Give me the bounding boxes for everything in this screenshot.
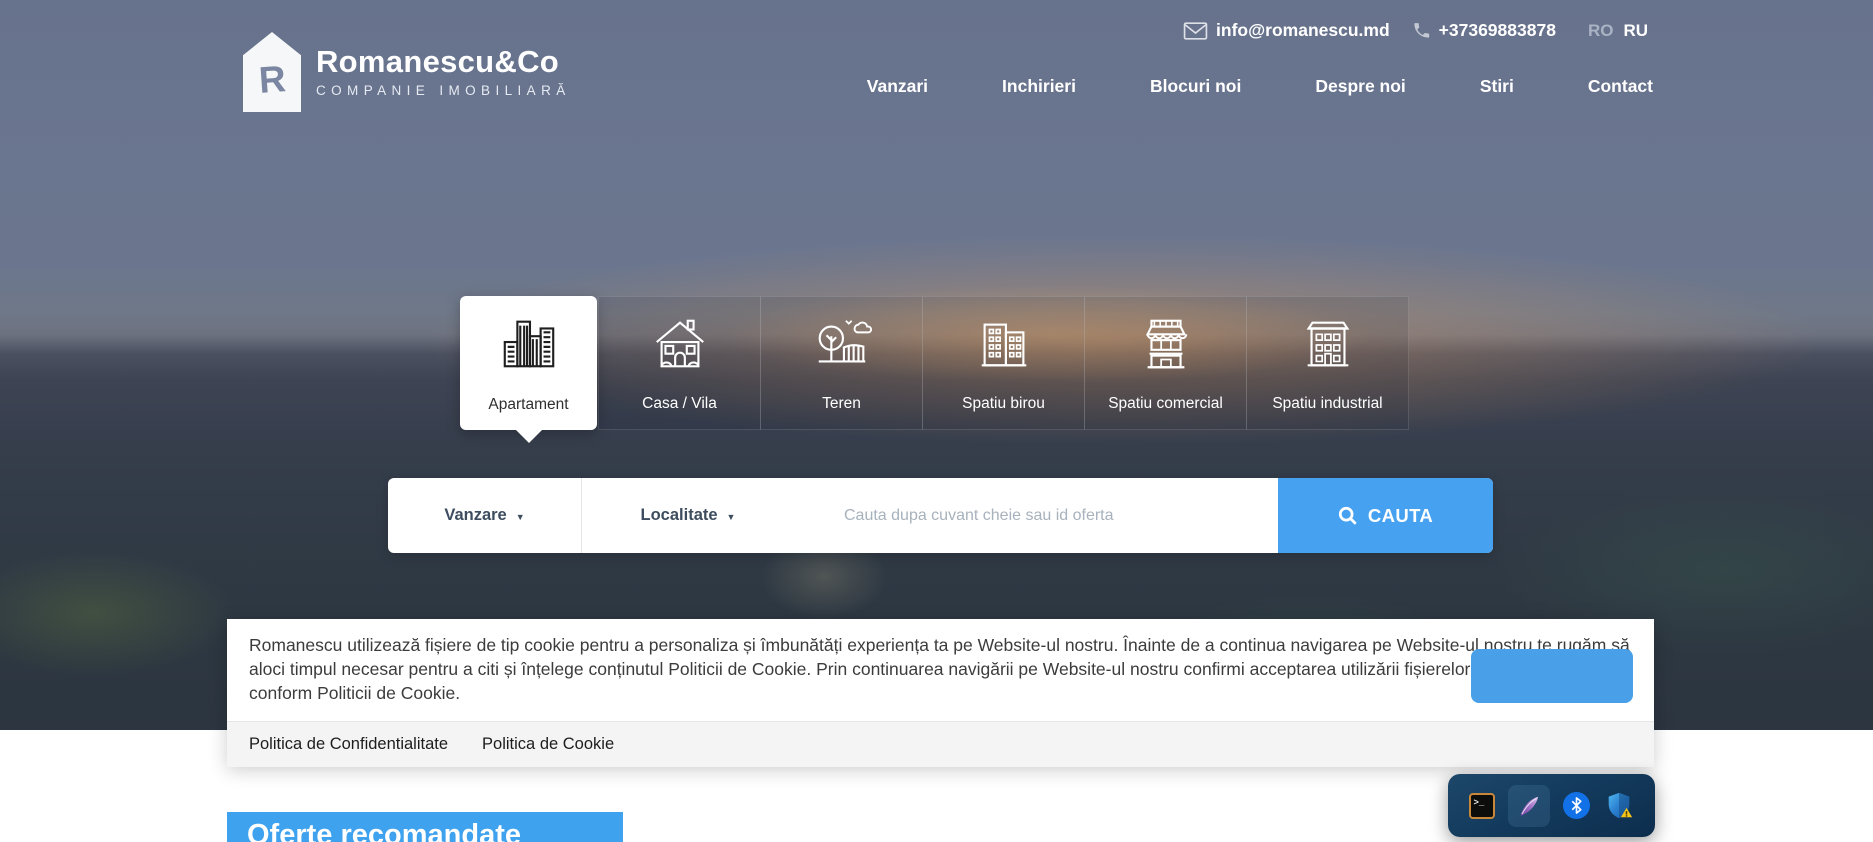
nav-item-inchirieri[interactable]: Inchirieri [1002,76,1076,97]
lang-ro[interactable]: RO [1588,21,1614,41]
tab-label: Spatiu birou [962,395,1045,412]
nav-item-contact[interactable]: Contact [1588,76,1653,97]
bluetooth-glyph [1569,797,1584,814]
cookie-accept-button[interactable] [1471,649,1633,703]
page-root: R Romanescu&Co COMPANIE IMOBILIARĂ info@… [0,0,1873,842]
recommended-offers-heading: Oferte recomandate [227,812,623,842]
main-navigation: Vanzari Inchirieri Blocuri noi Despre no… [867,76,1653,97]
apartment-buildings-icon [498,312,560,374]
bluetooth-icon[interactable] [1563,792,1590,819]
chevron-down-icon: ▼ [727,510,736,522]
system-dock: >_ [1448,774,1655,837]
cookie-policy-link[interactable]: Politica de Cookie [482,735,614,754]
tab-spatiu-industrial[interactable]: Spatiu industrial [1246,296,1409,430]
privacy-policy-link[interactable]: Politica de Confidentialitate [249,735,448,754]
cookie-footer: Politica de Confidentialitate Politica d… [227,721,1654,767]
terminal-icon[interactable]: >_ [1469,793,1495,819]
logo-letter: R [257,58,287,102]
locality-dropdown[interactable]: Localitate ▼ [582,478,794,553]
phone-icon [1412,21,1431,40]
tab-label: Spatiu comercial [1108,395,1223,412]
phone-link[interactable]: +37369883878 [1412,20,1556,41]
logo-house-icon: R [243,32,301,112]
tab-teren[interactable]: Teren [760,296,923,430]
tab-spatiu-birou[interactable]: Spatiu birou [922,296,1085,430]
phone-text: +37369883878 [1439,20,1556,41]
tab-spatiu-comercial[interactable]: Spatiu comercial [1084,296,1247,430]
language-switcher: RO RU [1588,21,1648,41]
envelope-icon [1183,21,1208,41]
house-icon [649,313,711,375]
terminal-glyph: >_ [1474,798,1485,808]
lang-ru[interactable]: RU [1623,21,1648,41]
cookie-consent-banner: Romanescu utilizează fișiere de tip cook… [227,619,1654,767]
tab-label: Apartament [488,396,568,413]
feather-glyph [1516,793,1542,819]
office-buildings-icon [973,313,1035,375]
nav-item-vanzari[interactable]: Vanzari [867,76,928,97]
search-button-label: CAUTA [1368,505,1433,527]
tab-label: Teren [822,395,861,412]
logo-text: Romanescu&Co COMPANIE IMOBILIARĂ [316,32,571,98]
email-link[interactable]: info@romanescu.md [1183,20,1390,41]
locality-value: Localitate [641,506,718,525]
site-logo[interactable]: R Romanescu&Co COMPANIE IMOBILIARĂ [243,32,571,112]
tab-apartament[interactable]: Apartament [460,296,597,430]
deal-type-value: Vanzare [444,506,506,525]
land-tree-icon [811,313,873,375]
tab-casa-vila[interactable]: Casa / Vila [598,296,761,430]
search-icon [1338,506,1358,526]
tab-label: Spatiu industrial [1272,395,1382,412]
cookie-message: Romanescu utilizează fișiere de tip cook… [227,619,1654,721]
header-contact-row: info@romanescu.md +37369883878 RO RU [1183,20,1648,41]
storefront-icon [1135,313,1197,375]
property-type-tabs: Apartament Casa / Vila Teren [460,296,1409,430]
industrial-building-icon [1297,313,1359,375]
tab-label: Casa / Vila [642,395,717,412]
property-search-bar: Vanzare ▼ Localitate ▼ CAUTA [388,478,1493,553]
deal-type-dropdown[interactable]: Vanzare ▼ [388,478,582,553]
logo-subtitle: COMPANIE IMOBILIARĂ [316,83,571,98]
chevron-down-icon: ▼ [516,510,525,522]
nav-item-stiri[interactable]: Stiri [1480,76,1514,97]
email-text: info@romanescu.md [1216,20,1390,41]
logo-title: Romanescu&Co [316,46,571,79]
search-submit-button[interactable]: CAUTA [1278,478,1493,553]
shield-glyph [1604,791,1634,821]
security-shield-warning-icon[interactable] [1603,790,1635,822]
nav-item-despre-noi[interactable]: Despre noi [1315,76,1405,97]
feather-pen-icon[interactable] [1508,785,1550,827]
nav-item-blocuri-noi[interactable]: Blocuri noi [1150,76,1241,97]
keyword-search-input[interactable] [794,478,1278,553]
